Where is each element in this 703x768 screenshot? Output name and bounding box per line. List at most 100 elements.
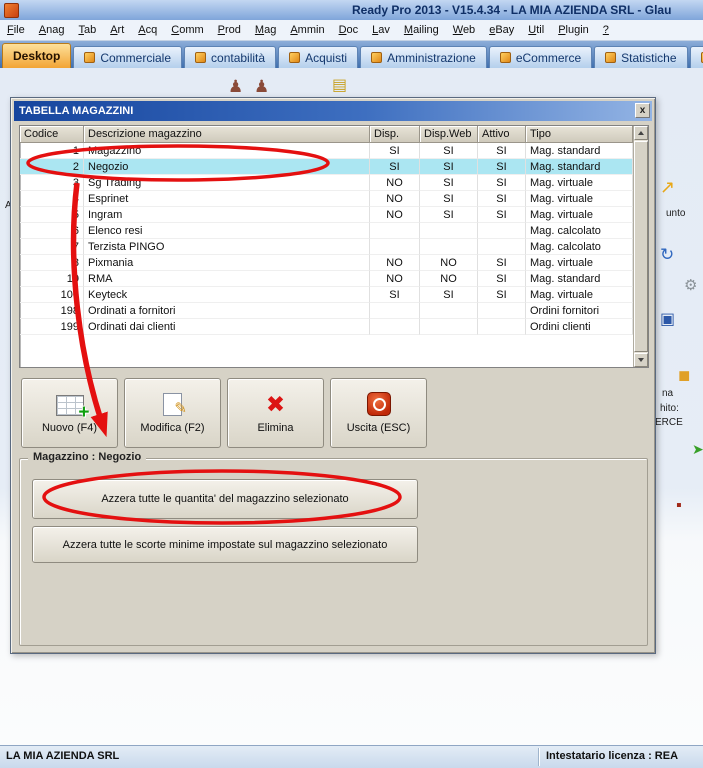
scroll-up-icon[interactable] — [634, 126, 648, 140]
cell-attivo: SI — [478, 143, 526, 159]
cell-codice: 3 — [20, 175, 84, 191]
user-icon[interactable]: ♟ — [228, 78, 243, 95]
menu-item-comm[interactable]: Comm — [164, 24, 210, 36]
tab-ultimi-articoli-cr[interactable]: Ultimi articoli cr — [689, 46, 703, 68]
table-body: 1 Magazzino SI SI SI Mag. standard 2 Negozio SI S… — [20, 143, 648, 335]
user-icon[interactable]: ♟ — [254, 78, 269, 95]
window-titlebar: Ready Pro 2013 - V15.4.34 - LA MIA AZIEN… — [0, 0, 703, 20]
menu-item-mag[interactable]: Mag — [248, 24, 283, 36]
desktop-label-fragment: hito: — [660, 403, 679, 414]
menu-item-ammin[interactable]: Ammin — [283, 24, 331, 36]
column-header[interactable]: Attivo — [478, 126, 526, 143]
tab-commerciale[interactable]: Commerciale — [73, 46, 183, 68]
tab-contabilit-[interactable]: contabilità — [184, 46, 277, 68]
table-row[interactable]: 7 Terzista PINGO Mag. calcolato — [20, 239, 633, 255]
cell-disp: NO — [370, 207, 420, 223]
table-row[interactable]: 199 Ordinati dai clienti Ordini clienti — [20, 319, 633, 335]
tab-label: Desktop — [13, 49, 61, 63]
column-header[interactable]: Codice — [20, 126, 84, 143]
cell-descrizione: Elenco resi — [84, 223, 370, 239]
column-header[interactable]: Disp.Web — [420, 126, 478, 143]
table-row[interactable]: 6 Elenco resi Mag. calcolato — [20, 223, 633, 239]
box-icon[interactable]: ▣ — [660, 312, 675, 328]
modifica-button[interactable]: Modifica (F2) — [124, 378, 221, 448]
close-icon[interactable]: x — [635, 103, 650, 118]
badge-icon[interactable]: ▪ — [676, 498, 682, 514]
table-row[interactable]: 3 Sg Trading NO SI SI Mag. virtuale — [20, 175, 633, 191]
menu-item-art[interactable]: Art — [103, 24, 131, 36]
tab-desktop[interactable]: Desktop — [2, 43, 72, 68]
vertical-scrollbar[interactable] — [633, 126, 648, 367]
cell-dispweb: SI — [420, 207, 478, 223]
cube-icon[interactable]: ◼ — [678, 368, 690, 383]
gear-icon[interactable]: ⚙ — [684, 278, 697, 293]
menu-item-acq[interactable]: Acq — [131, 24, 164, 36]
exit-icon — [366, 392, 391, 416]
menu-item-web[interactable]: Web — [446, 24, 482, 36]
cell-codice: 5 — [20, 207, 84, 223]
cell-descrizione: RMA — [84, 271, 370, 287]
refresh-icon[interactable]: ↻ — [660, 246, 674, 263]
status-divider — [538, 748, 540, 766]
tab-acquisti[interactable]: Acquisti — [278, 46, 359, 68]
cell-descrizione: Magazzino — [84, 143, 370, 159]
cell-attivo — [478, 319, 526, 335]
column-header[interactable]: Disp. — [370, 126, 420, 143]
tab-ecommerce[interactable]: eCommerce — [488, 46, 593, 68]
menu-item-lav[interactable]: Lav — [365, 24, 397, 36]
table-row[interactable]: 1 Magazzino SI SI SI Mag. standard — [20, 143, 633, 159]
table-row[interactable]: 5 Ingram NO SI SI Mag. virtuale — [20, 207, 633, 223]
cell-codice: 1 — [20, 143, 84, 159]
table-row[interactable]: 198 Ordinati a fornitori Ordini fornitori — [20, 303, 633, 319]
table-row[interactable]: 4 Esprinet NO SI SI Mag. virtuale — [20, 191, 633, 207]
menu-item-anag[interactable]: Anag — [32, 24, 72, 36]
table-row[interactable]: 10 RMA NO NO SI Mag. standard — [20, 271, 633, 287]
tab-icon — [84, 52, 96, 63]
uscita-button[interactable]: Uscita (ESC) — [330, 378, 427, 448]
cell-disp: SI — [370, 159, 420, 175]
column-header[interactable]: Tipo — [526, 126, 633, 143]
scroll-thumb[interactable] — [634, 141, 648, 352]
menu-item-tab[interactable]: Tab — [71, 24, 103, 36]
dialog-tabella-magazzini: TABELLA MAGAZZINI x Codice Descrizione ma… — [10, 97, 656, 654]
cell-disp: NO — [370, 191, 420, 207]
tab-label: Statistiche — [621, 50, 677, 65]
elimina-button[interactable]: Elimina — [227, 378, 324, 448]
arrow-icon[interactable]: ↗ — [660, 178, 675, 196]
cell-attivo: SI — [478, 255, 526, 271]
tab-amministrazione[interactable]: Amministrazione — [360, 46, 487, 68]
azzera-quantita-button[interactable]: Azzera tutte le quantita' del magazzino … — [32, 479, 418, 519]
desktop-label-fragment: unto — [666, 208, 686, 219]
cell-codice: 6 — [20, 223, 84, 239]
table-row[interactable]: 2 Negozio SI SI SI Mag. standard — [20, 159, 633, 175]
menu-item-mailing[interactable]: Mailing — [397, 24, 446, 36]
azzera-scorte-button[interactable]: Azzera tutte le scorte minime impostate … — [32, 526, 418, 563]
dialog-titlebar[interactable]: TABELLA MAGAZZINI x — [14, 101, 652, 121]
nuovo-button[interactable]: Nuovo (F4) — [21, 378, 118, 448]
cell-attivo — [478, 239, 526, 255]
cell-codice: 4 — [20, 191, 84, 207]
arrow-icon[interactable]: ➤ — [692, 442, 703, 456]
menu-item-file[interactable]: File — [0, 24, 32, 36]
menu-item-?[interactable]: ? — [596, 24, 616, 36]
note-icon[interactable]: ▤ — [332, 78, 347, 94]
status-license: Intestatario licenza : REA — [546, 750, 679, 762]
cell-attivo: SI — [478, 207, 526, 223]
magazzino-groupbox: Magazzino : Negozio Azzera tutte le quan… — [19, 451, 648, 646]
screen: Ready Pro 2013 - V15.4.34 - LA MIA AZIEN… — [0, 0, 703, 768]
menu-item-util[interactable]: Util — [521, 24, 551, 36]
table-row[interactable]: 8 Pixmania NO NO SI Mag. virtuale — [20, 255, 633, 271]
menu-item-ebay[interactable]: eBay — [482, 24, 521, 36]
status-bar: LA MIA AZIENDA SRL Intestatario licenza … — [0, 745, 703, 768]
dialog-title: TABELLA MAGAZZINI — [19, 105, 134, 117]
cell-descrizione: Ordinati a fornitori — [84, 303, 370, 319]
scroll-down-icon[interactable] — [634, 353, 648, 367]
tab-statistiche[interactable]: Statistiche — [594, 46, 688, 68]
column-header[interactable]: Descrizione magazzino — [84, 126, 370, 143]
cell-descrizione: Sg Trading — [84, 175, 370, 191]
menu-item-doc[interactable]: Doc — [332, 24, 366, 36]
cell-tipo: Mag. standard — [526, 159, 633, 175]
menu-item-prod[interactable]: Prod — [211, 24, 248, 36]
menu-item-plugin[interactable]: Plugin — [551, 24, 596, 36]
table-row[interactable]: 100 Keyteck SI SI SI Mag. virtuale — [20, 287, 633, 303]
